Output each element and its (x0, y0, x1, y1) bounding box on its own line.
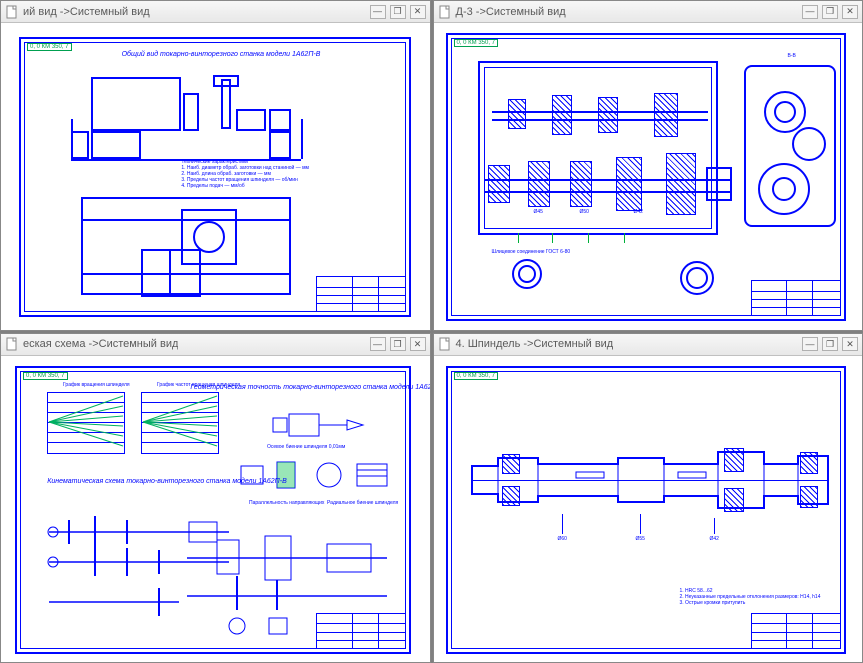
heading2: График частот вращения шпинделя (157, 382, 240, 388)
tech-notes: Технические характеристики 1. Наиб. диам… (181, 159, 309, 189)
title-block (316, 276, 406, 312)
document-icon (438, 5, 452, 19)
close-button[interactable]: ✕ (410, 5, 426, 19)
drawing-canvas[interactable]: 0, 0 КМ 350, 7 (434, 356, 863, 663)
minimize-button[interactable]: — (370, 5, 386, 19)
window-title: 4. Шпиндель ->Системный вид (456, 338, 614, 350)
dim: Ø60 (558, 536, 567, 542)
window-title: Д-3 ->Системный вид (456, 6, 566, 18)
drawing-canvas[interactable]: 0, 0 КМ 350, 7 График вращения шпинделя … (1, 356, 430, 663)
maximize-button[interactable]: ❐ (390, 337, 406, 351)
title-block (316, 613, 406, 649)
spindle-shaft (468, 428, 834, 534)
window-title: ий вид ->Системный вид (23, 6, 150, 18)
title2: Кинематическая схема токарно-винторезног… (47, 478, 286, 485)
sec-note: Шлицевое соединение ГОСТ 6-80 (492, 249, 571, 255)
dim: Ø45 (534, 209, 543, 215)
dim: Ø50 (580, 209, 589, 215)
maximize-button[interactable]: ❐ (822, 337, 838, 351)
drawing-title: Общий вид токарно-винторезного станка мо… (122, 51, 321, 58)
drawing-canvas[interactable]: 0, 0 КМ 350, 7 Общий вид токарно-винторе… (1, 23, 430, 330)
title-block (751, 280, 841, 316)
dim: Ø42 (634, 209, 643, 215)
pane-general-view: ий вид ->Системный вид — ❐ ✕ 0, 0 КМ 350… (0, 0, 431, 331)
title-block (751, 613, 841, 649)
coord-readout: 0, 0 КМ 350, 7 (23, 372, 68, 380)
document-icon (5, 5, 19, 19)
feed-scheme (177, 518, 397, 646)
titlebar: еская схема ->Системный вид — ❐ ✕ (1, 334, 430, 356)
maximize-button[interactable]: ❐ (390, 5, 406, 19)
close-button[interactable]: ✕ (842, 5, 858, 19)
document-icon (5, 337, 19, 351)
minimize-button[interactable]: — (802, 337, 818, 351)
tech-notes: 1. HRC 58...62 2. Неуказанные предельные… (680, 588, 821, 606)
window-title: еская схема ->Системный вид (23, 338, 178, 350)
document-icon (438, 337, 452, 351)
coord-readout: 0, 0 КМ 350, 7 (27, 43, 72, 51)
close-button[interactable]: ✕ (842, 337, 858, 351)
drawing-canvas[interactable]: 0, 0 КМ 350, 7 Ø45 Ø (434, 23, 863, 330)
pane-spindle: 4. Шпиндель ->Системный вид — ❐ ✕ 0, 0 К… (433, 333, 863, 663)
titlebar: ий вид ->Системный вид — ❐ ✕ (1, 1, 430, 23)
label-axial: Осевое биение шпинделя 0,01мм (267, 444, 345, 450)
pane-kinematic: еская схема ->Системный вид — ❐ ✕ 0, 0 К… (0, 333, 431, 663)
minimize-button[interactable]: — (370, 337, 386, 351)
runout-icons (237, 456, 397, 496)
dim: Ø55 (636, 536, 645, 542)
titlebar: 4. Шпиндель ->Системный вид — ❐ ✕ (434, 334, 863, 356)
maximize-button[interactable]: ❐ (822, 5, 838, 19)
label-radial: Радиальное биение шпинделя (327, 500, 398, 506)
close-button[interactable]: ✕ (410, 337, 426, 351)
titlebar: Д-3 ->Системный вид — ❐ ✕ (434, 1, 863, 23)
speed-graph-2 (141, 392, 219, 454)
aux-label: В-В (788, 53, 796, 59)
kinematic-scheme (39, 502, 239, 642)
title1: Геометрическая точность токарно-винторез… (190, 384, 429, 391)
coord-readout: 0, 0 КМ 350, 7 (454, 39, 499, 47)
pane-d3: Д-3 ->Системный вид — ❐ ✕ 0, 0 КМ 350, 7 (433, 0, 863, 331)
dim: Ø42 (710, 536, 719, 542)
accuracy-icons (267, 400, 377, 456)
speed-graph-1 (47, 392, 125, 454)
coord-readout: 0, 0 КМ 350, 7 (454, 372, 499, 380)
heading1: График вращения шпинделя (63, 382, 130, 388)
label-parall: Параллельность направляющих (249, 500, 324, 506)
minimize-button[interactable]: — (802, 5, 818, 19)
